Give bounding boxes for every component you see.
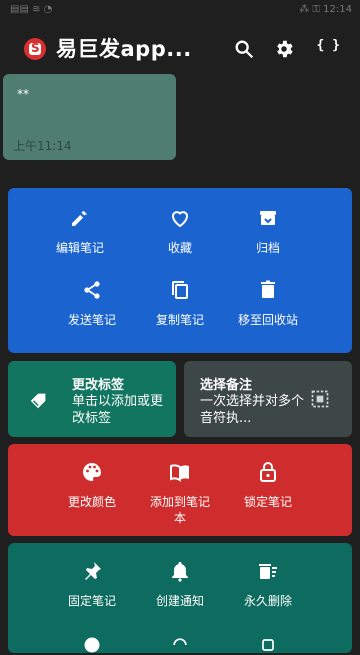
lock-note-button[interactable]: 锁定笔记 [220,460,316,510]
copy-note-label: 复制笔记 [155,313,204,327]
settings-gear-icon[interactable] [273,38,295,60]
pin-icon [85,562,101,580]
note-actions-panel: 编辑笔记 收藏 归档 发送笔记 复制笔记 移至回收站 [8,188,352,353]
select-all-icon [311,390,329,408]
partial-lock-icon [262,639,274,651]
partial-circle-icon [84,637,100,653]
partial-refresh-icon [173,638,187,646]
lock-note-label: 锁定笔记 [243,495,292,509]
note-card[interactable]: ** 上午11:14 [3,74,176,160]
change-color-label: 更改颜色 [67,495,116,509]
create-notification-label: 创建通知 [155,594,204,608]
favorite-label: 收藏 [167,241,192,255]
delete-sweep-icon [259,564,277,579]
open-book-icon [170,464,189,482]
add-to-notebook-button[interactable]: 添加到笔记本 [132,460,228,526]
note-time: 上午11:14 [13,139,72,153]
search-icon[interactable] [233,38,255,60]
change-labels-desc: 单击以添加或更改标签 [72,394,164,426]
select-notes-desc: 一次选择并对多个音符执... [200,394,305,426]
heart-icon [171,211,189,228]
app-title: 易巨发app... [56,37,192,61]
note-options-panel: 更改颜色 添加到笔记本 锁定笔记 [8,444,352,536]
select-notes-panel[interactable]: 选择备注 一次选择并对多个音符执... [184,361,352,437]
change-color-button[interactable]: 更改颜色 [44,460,140,510]
copy-note-button[interactable]: 复制笔记 [132,278,228,328]
archive-box-icon [260,211,276,225]
edit-note-button[interactable]: 编辑笔记 [32,206,128,256]
archive-button[interactable]: 归档 [220,206,316,256]
lock-icon [260,462,276,482]
status-left: ▤▤ ≋ ◔ [10,4,53,15]
bell-icon [172,562,188,582]
archive-label: 归档 [255,241,280,255]
note-title: ** [17,87,29,101]
share-icon [84,281,100,299]
edit-pencil-icon [72,211,87,226]
palette-icon [83,463,101,481]
top-app-bar: S 易巨发app... { } [0,22,360,74]
send-note-label: 发送笔记 [67,313,116,327]
pin-note-label: 固定笔记 [67,594,116,608]
move-to-trash-button[interactable]: 移至回收站 [220,278,316,328]
status-right: ⁂ ⚿ 12:14 [299,4,352,15]
send-note-button[interactable]: 发送笔记 [44,278,140,328]
create-notification-button[interactable]: 创建通知 [132,559,228,609]
select-notes-title: 选择备注 [200,378,253,393]
change-labels-panel[interactable]: 更改标签 单击以添加或更改标签 [8,361,176,437]
change-labels-title: 更改标签 [72,378,125,393]
more-actions-panel: 固定笔记 创建通知 永久删除 [8,543,352,653]
favorite-button[interactable]: 收藏 [132,206,228,256]
move-to-trash-label: 移至回收站 [238,313,299,327]
add-to-notebook-label: 添加到笔记本 [150,495,211,525]
pin-note-button[interactable]: 固定笔记 [44,559,140,609]
label-tag-icon [30,393,46,409]
edit-note-label: 编辑笔记 [55,241,104,255]
app-logo-icon: S [24,38,46,60]
delete-forever-label: 永久删除 [243,594,292,608]
code-braces-icon[interactable]: { } [317,38,340,53]
status-bar: ▤▤ ≋ ◔ ⁂ ⚿ 12:14 [0,0,360,22]
copy-icon [172,281,188,299]
trash-icon [261,280,275,298]
delete-forever-button[interactable]: 永久删除 [220,559,316,609]
